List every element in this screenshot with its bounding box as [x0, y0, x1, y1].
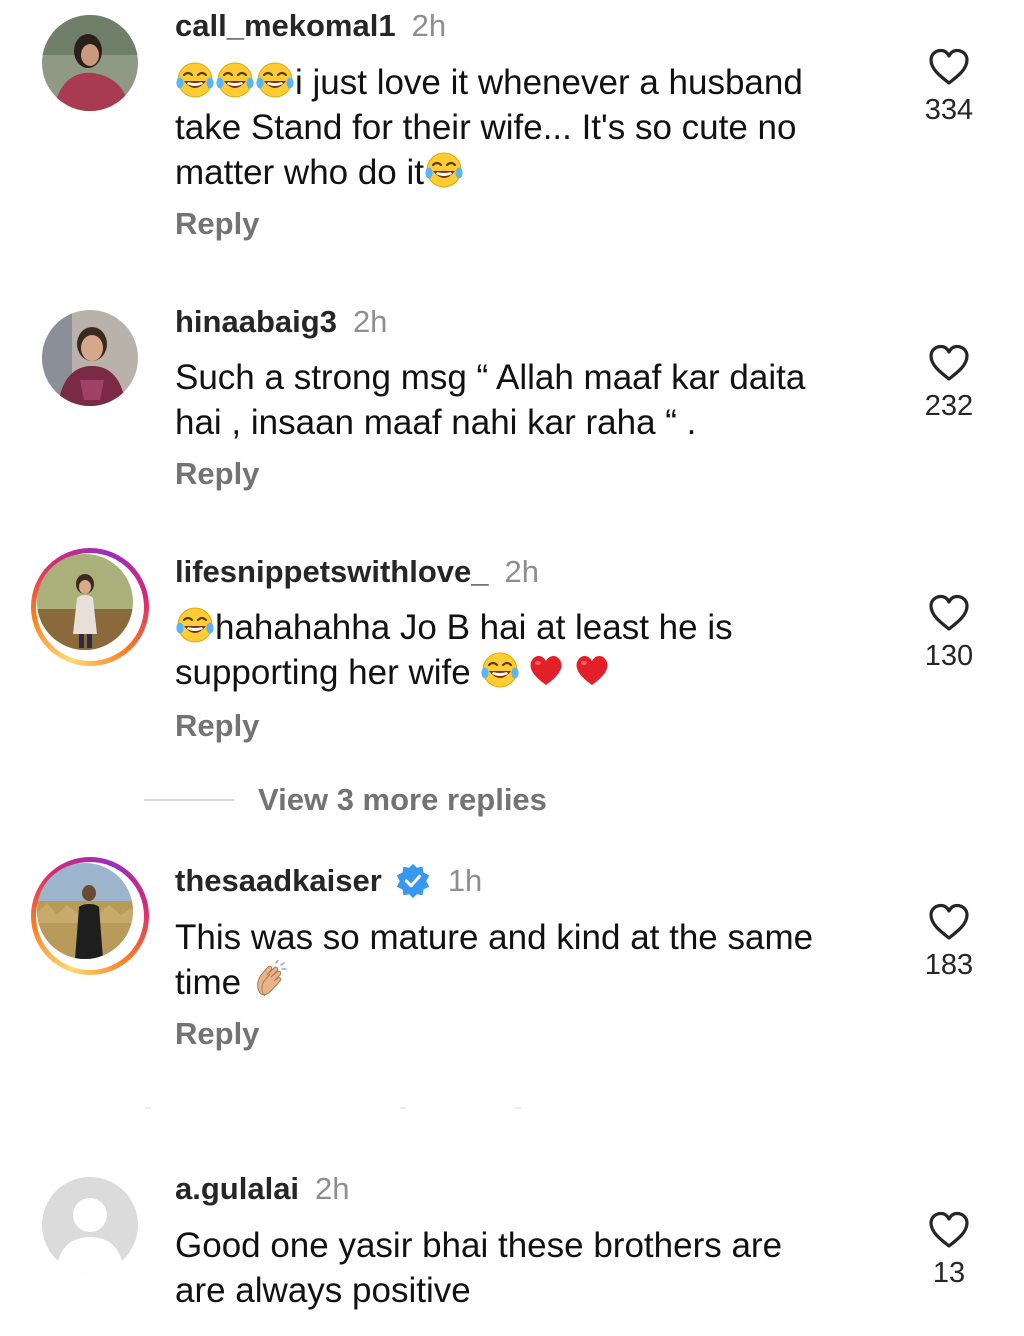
heart-outline-icon[interactable]: [928, 1211, 970, 1249]
heart-outline-icon[interactable]: [928, 903, 970, 941]
verified-badge-icon: [394, 862, 432, 900]
comment-text: hahahahha Jo B hai at least he is suppor…: [175, 605, 895, 695]
heart-outline-icon[interactable]: [928, 344, 970, 382]
comment-text: Such a strong msg “ Allah maaf kar daita…: [175, 358, 806, 442]
reply-button[interactable]: Reply: [175, 206, 259, 242]
face-with-tears-of-joy-icon: [480, 650, 520, 690]
avatar[interactable]: [37, 863, 133, 959]
timestamp: 1h: [447, 863, 483, 898]
view-more-replies-label[interactable]: View 3 more replies: [258, 782, 547, 818]
username[interactable]: lifesnippetswithlove_: [175, 554, 489, 590]
avatar[interactable]: [42, 310, 138, 406]
timestamp: 2h: [315, 1171, 350, 1206]
timestamp: 2h: [352, 304, 388, 339]
like-control: 183: [908, 903, 990, 982]
red-heart-icon: [526, 650, 566, 690]
divider: [145, 1107, 151, 1109]
avatar[interactable]: [37, 554, 133, 650]
comment-text: Good one yasir bhai these brothers are a…: [175, 1226, 783, 1310]
avatar[interactable]: [42, 15, 138, 111]
reply-button[interactable]: Reply: [175, 1016, 259, 1052]
heart-outline-icon[interactable]: [928, 594, 970, 632]
reply-button[interactable]: Reply: [175, 708, 259, 744]
like-control: 232: [908, 344, 990, 423]
username[interactable]: hinaabaig3: [175, 304, 337, 340]
comment-text: i just love it whenever a husband take S…: [175, 60, 895, 195]
like-count: 232: [924, 390, 974, 422]
like-control: 334: [908, 48, 990, 127]
like-control: 13: [908, 1211, 990, 1290]
like-count: 183: [924, 949, 974, 981]
story-ring[interactable]: [31, 548, 149, 666]
red-heart-icon: [572, 650, 612, 690]
comment-header: lifesnippetswithlove_ 2h: [175, 552, 539, 592]
face-with-tears-of-joy-icon: [175, 605, 215, 645]
timestamp: 2h: [504, 554, 539, 589]
divider: [400, 1107, 406, 1109]
like-control: 130: [908, 594, 990, 673]
comment-header: call_mekomal1 2h: [175, 6, 446, 46]
story-ring[interactable]: [31, 857, 149, 975]
comment-header: thesaadkaiser 1h: [175, 861, 482, 901]
comment-header: a.gulalai 2h: [175, 1169, 350, 1209]
divider: [515, 1107, 521, 1109]
username[interactable]: a.gulalai: [175, 1171, 299, 1207]
face-with-tears-of-joy-icon: [215, 60, 255, 100]
comment-text: This was so mature and kind at the same …: [175, 918, 814, 1002]
heart-outline-icon[interactable]: [928, 48, 970, 86]
face-with-tears-of-joy-icon: [255, 60, 295, 100]
like-count: 13: [932, 1257, 966, 1289]
avatar[interactable]: [42, 1177, 138, 1273]
view-more-replies[interactable]: View 3 more replies: [144, 778, 547, 822]
username[interactable]: thesaadkaiser: [175, 863, 382, 899]
username[interactable]: call_mekomal1: [175, 8, 396, 44]
like-count: 130: [924, 640, 974, 672]
timestamp: 2h: [411, 8, 447, 43]
like-count: 334: [924, 94, 974, 126]
face-with-tears-of-joy-icon: [175, 60, 215, 100]
face-with-tears-of-joy-icon: [424, 150, 464, 190]
clapping-hands-icon: [251, 960, 291, 1000]
thread-divider: [144, 799, 234, 801]
reply-button[interactable]: Reply: [175, 456, 259, 492]
comment-header: hinaabaig3 2h: [175, 302, 387, 342]
